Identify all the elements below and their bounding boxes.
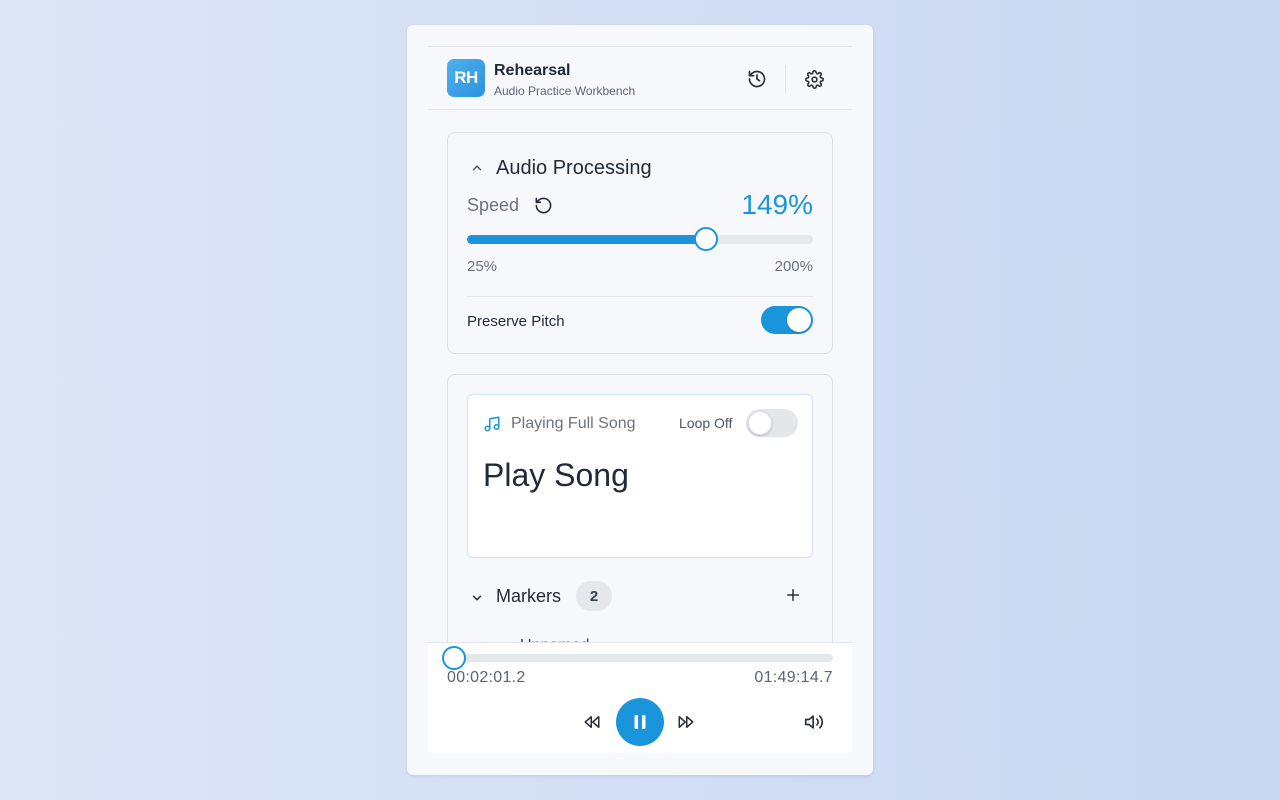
current-time: 00:02:01.2: [447, 669, 526, 686]
speed-slider[interactable]: [467, 227, 813, 251]
history-icon[interactable]: [746, 68, 768, 90]
toggle-knob: [787, 308, 811, 332]
preserve-pitch-label: Preserve Pitch: [467, 313, 565, 330]
add-marker-icon[interactable]: [784, 586, 802, 609]
chevron-up-icon[interactable]: [470, 161, 484, 180]
speed-label: Speed: [467, 195, 520, 215]
rewind-icon[interactable]: [581, 712, 603, 732]
markers-title[interactable]: Markers: [496, 586, 561, 607]
app-window: RH Rehearsal Audio Practice Workbench Au…: [407, 25, 873, 775]
audio-processing-panel: Audio Processing Speed 149% 25% 200% Pre…: [447, 132, 833, 354]
header-divider: [785, 65, 786, 93]
markers-count-badge: 2: [576, 581, 612, 611]
fast-forward-icon[interactable]: [675, 712, 697, 732]
app-header: RH Rehearsal Audio Practice Workbench: [428, 46, 852, 110]
play-song-card[interactable]: Playing Full Song Loop Off Play Song: [467, 394, 813, 558]
preserve-pitch-toggle[interactable]: [761, 306, 813, 334]
speed-min-label: 25%: [467, 258, 498, 275]
loop-toggle[interactable]: [746, 409, 798, 437]
progress-thumb[interactable]: [441, 646, 466, 670]
loop-label: Loop Off: [679, 415, 733, 431]
volume-icon[interactable]: [802, 711, 826, 733]
pause-icon: [634, 715, 646, 729]
app-logo: RH: [447, 59, 485, 97]
chevron-down-icon[interactable]: [470, 591, 484, 610]
speed-max-label: 200%: [774, 258, 813, 275]
speed-slider-fill: [467, 235, 706, 244]
player-bar: 00:02:01.2 01:49:14.7: [428, 642, 852, 753]
speed-value: 149%: [741, 189, 813, 220]
total-time: 01:49:14.7: [754, 669, 833, 686]
app-title: Rehearsal: [494, 62, 571, 79]
progress-slider[interactable]: [441, 646, 833, 670]
playback-mode-label: Playing Full Song: [511, 415, 636, 432]
settings-gear-icon[interactable]: [803, 68, 825, 90]
audio-processing-title[interactable]: Audio Processing: [496, 157, 652, 180]
toggle-knob: [748, 411, 772, 435]
speed-slider-thumb[interactable]: [693, 227, 718, 251]
pause-button[interactable]: [616, 698, 664, 746]
divider: [467, 296, 813, 297]
song-title: Play Song: [483, 457, 629, 493]
music-note-icon: [483, 415, 501, 438]
song-panel: Playing Full Song Loop Off Play Song Mar…: [447, 374, 833, 674]
app-subtitle: Audio Practice Workbench: [494, 84, 636, 98]
reset-speed-icon[interactable]: [534, 196, 553, 220]
